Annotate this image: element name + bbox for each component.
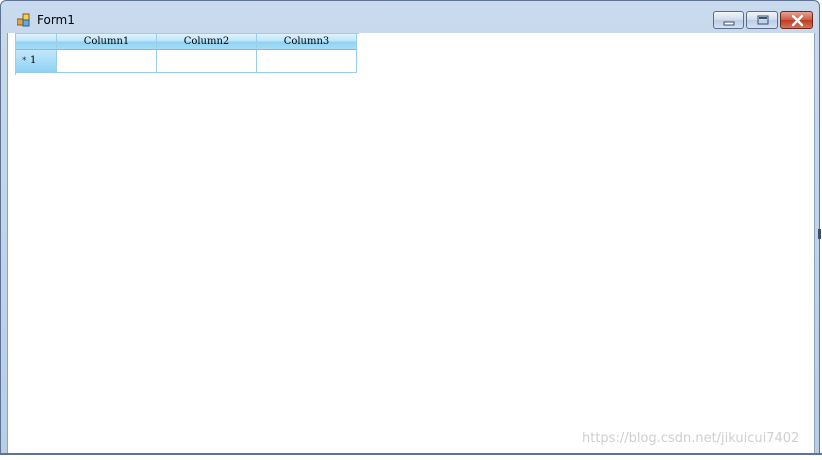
form-icon: [16, 12, 31, 27]
grid-cell[interactable]: [57, 50, 157, 73]
column-header-2[interactable]: Column2: [157, 34, 257, 50]
window-title: Form1: [37, 13, 75, 27]
row-number: 1: [30, 55, 37, 66]
watermark-text: https://blog.csdn.net/jikuicui7402: [582, 431, 800, 446]
grid-cell[interactable]: [257, 50, 357, 73]
grid-corner-header[interactable]: [16, 34, 57, 50]
column-header-3[interactable]: Column3: [257, 34, 357, 50]
close-icon: [791, 14, 804, 27]
window-bottom-edge: [0, 453, 822, 455]
title-bar[interactable]: Form1: [1, 1, 819, 33]
form-window: Form1 Column1 Column2 Column3 * 1: [0, 0, 821, 454]
data-grid-view[interactable]: Column1 Column2 Column3 * 1: [15, 33, 359, 75]
maximize-button[interactable]: [746, 11, 778, 29]
row-header[interactable]: * 1: [16, 50, 57, 73]
maximize-icon: [757, 15, 769, 25]
grid-cell[interactable]: [157, 50, 257, 73]
new-row-indicator: *: [22, 56, 27, 66]
close-button[interactable]: [780, 11, 813, 29]
column-header-1[interactable]: Column1: [57, 34, 157, 50]
minimize-button[interactable]: [713, 11, 744, 29]
form-client-area: Column1 Column2 Column3 * 1: [7, 33, 815, 454]
minimize-icon: [723, 21, 735, 26]
window-resize-handle[interactable]: [818, 229, 821, 239]
